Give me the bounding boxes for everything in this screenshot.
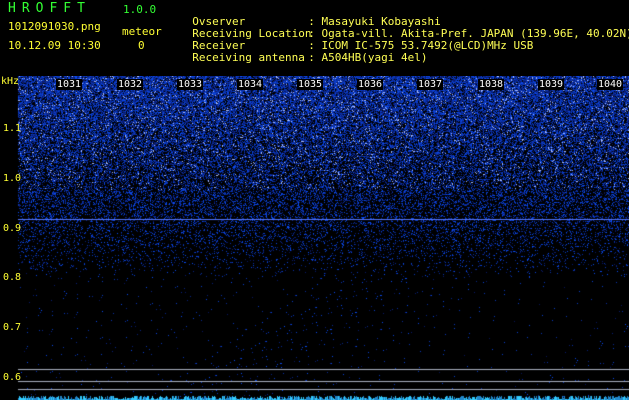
x-tick-label: 1032 [117,79,144,90]
x-tick-label: 1035 [297,79,324,90]
app-title: HROFFT [8,1,91,16]
x-tick-label: 1036 [357,79,384,90]
info-key: Receiving antenna [192,51,305,64]
x-tick-label: 1039 [538,79,565,90]
y-tick-label: 0.9 [3,223,22,234]
y-tick-label: 0.6 [3,372,22,383]
meteor-count: 0 [138,39,145,52]
meteor-label: meteor [122,25,162,38]
file-name: 1012091030.png [8,20,101,33]
info-row-antenna: Receiving antenna: A504HB(yagi 4el) [179,40,427,64]
x-tick-label: 1033 [177,79,204,90]
spectrogram [0,76,629,400]
x-tick-label: 1037 [417,79,444,90]
x-tick-label: 1034 [237,79,264,90]
app-version: 1.0.0 [123,3,157,16]
y-tick-label: 1.0 [3,173,22,184]
x-tick-label: 1040 [597,79,624,90]
y-tick-label: 0.8 [3,272,22,283]
y-tick-label: 1.1 [3,123,22,134]
x-tick-label: 1031 [56,79,83,90]
y-axis-unit: kHz [1,76,20,87]
info-value: A504HB(yagi 4el) [321,51,428,64]
y-tick-label: 0.7 [3,322,22,333]
timestamp: 10.12.09 10:30 [8,39,101,52]
x-tick-label: 1038 [478,79,505,90]
info-separator: : [308,51,315,64]
